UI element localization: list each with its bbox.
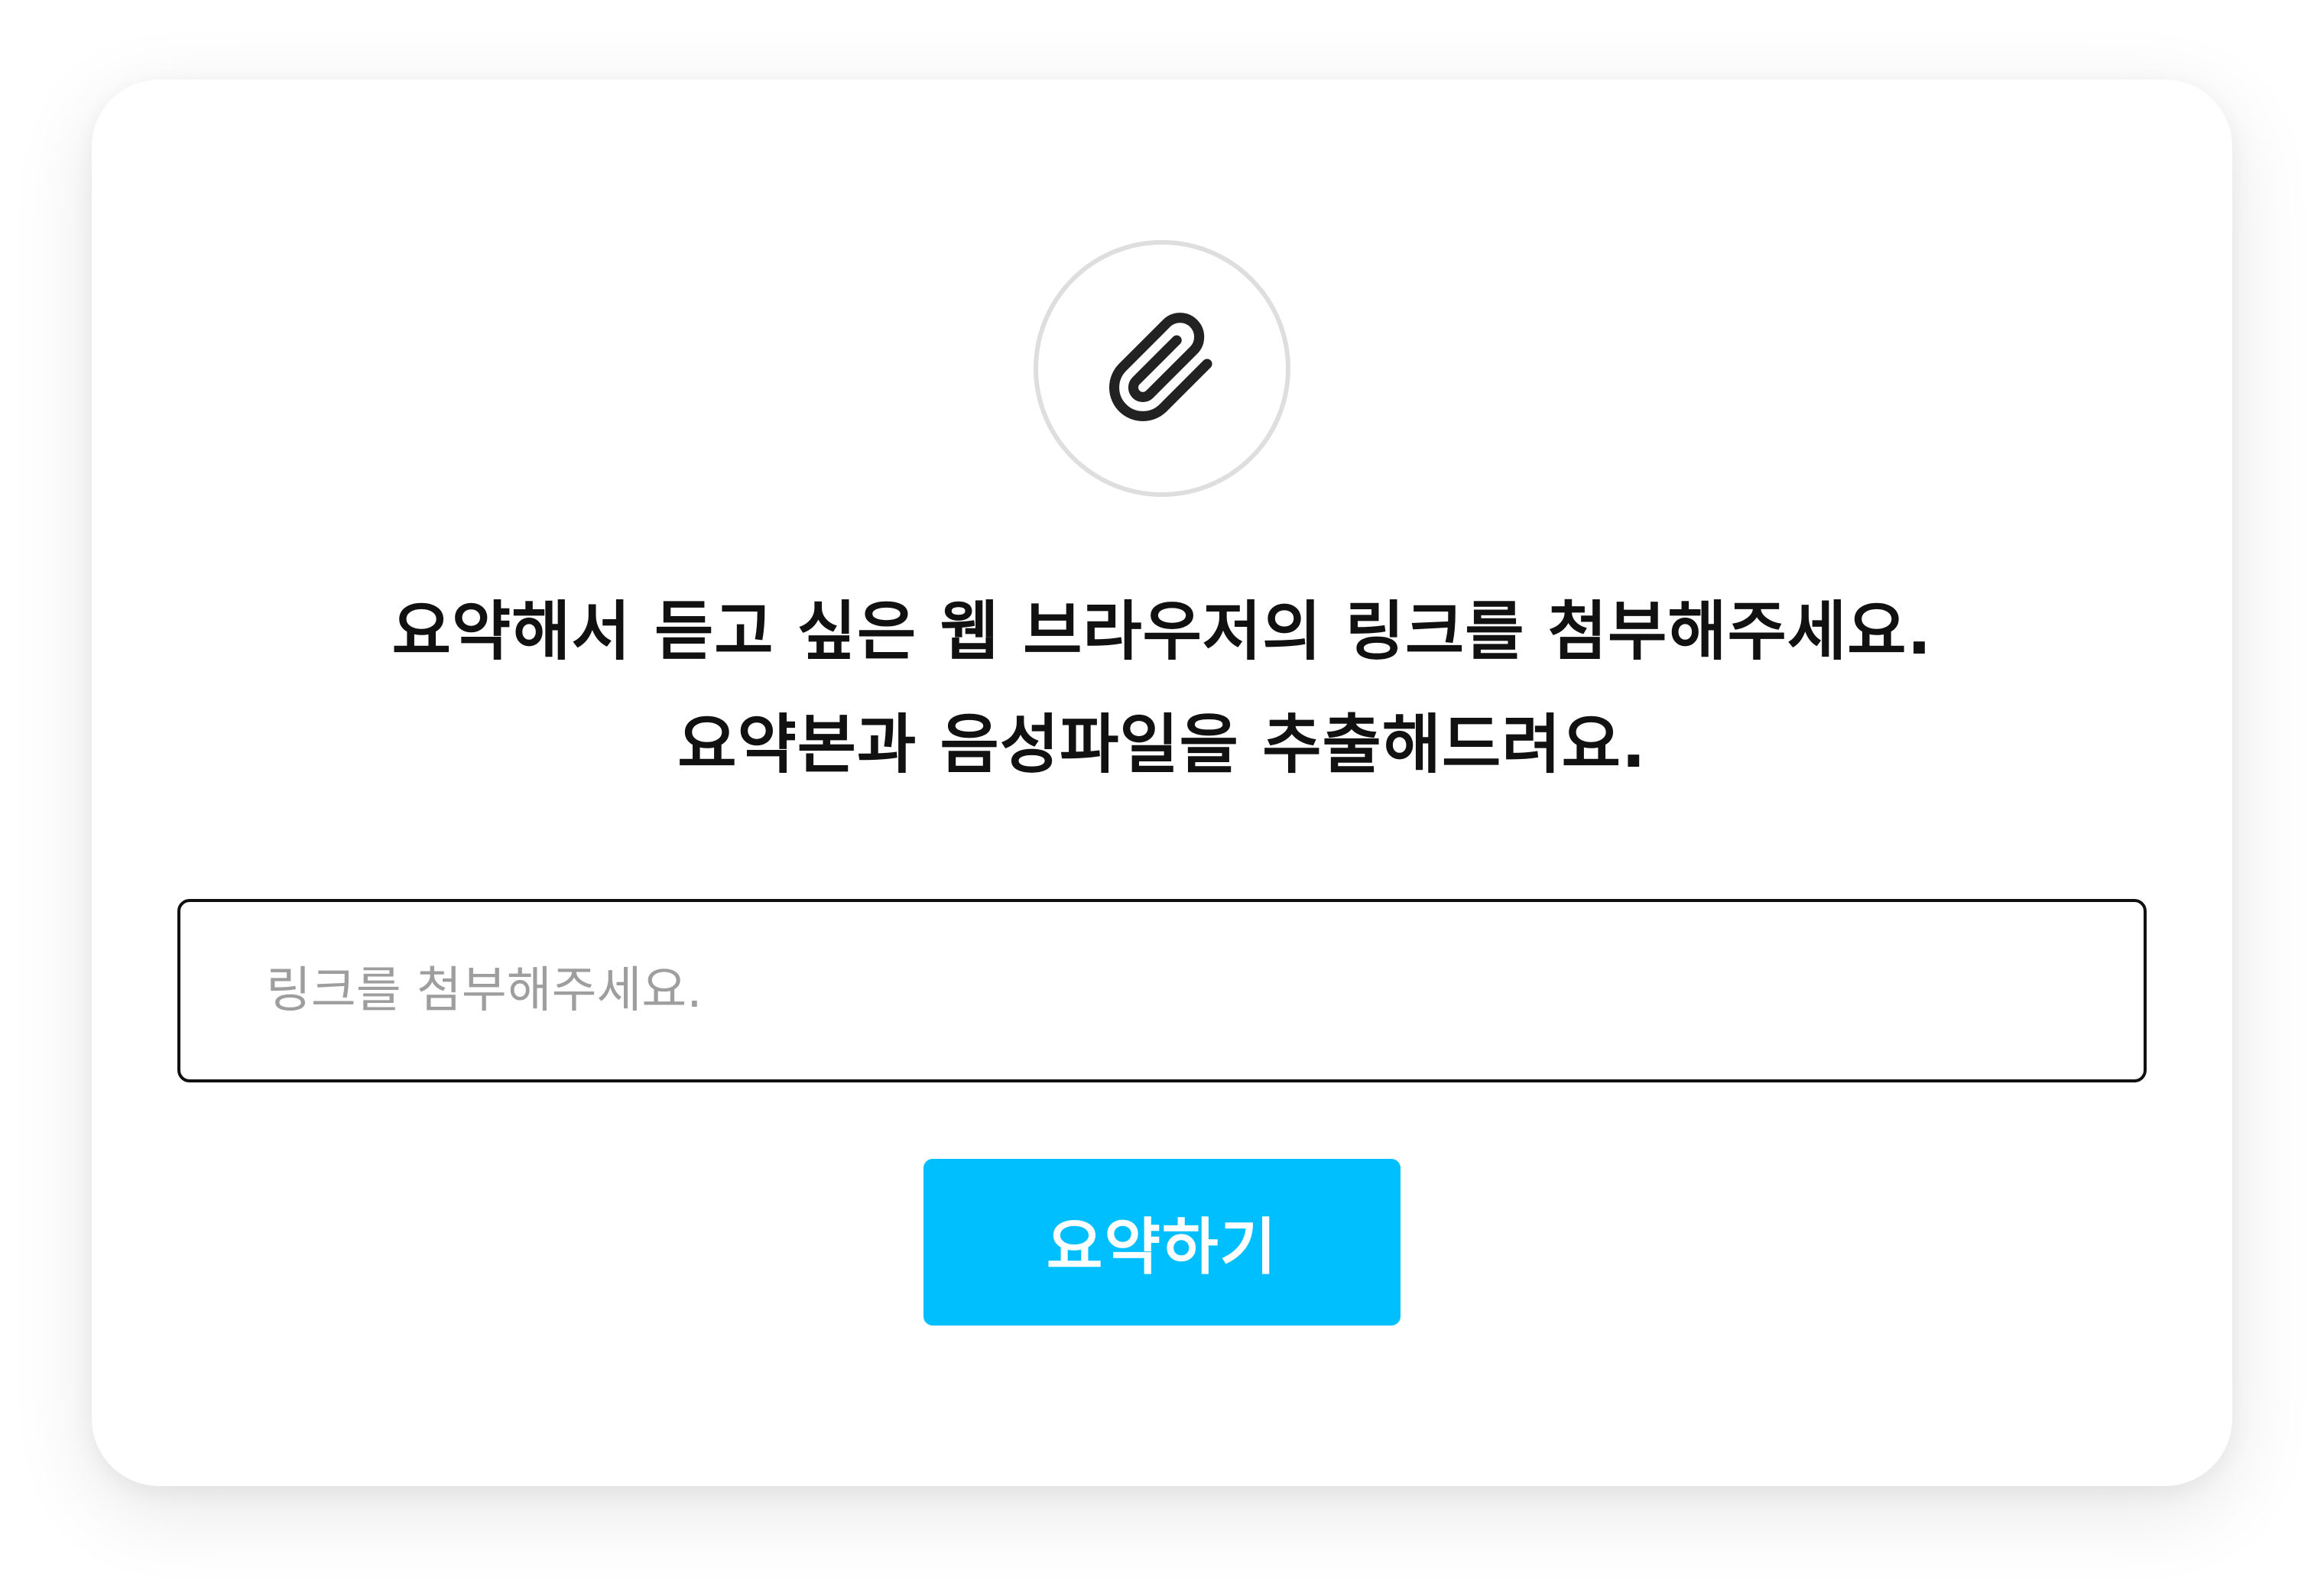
instruction-text: 요약해서 듣고 싶은 웹 브라우저의 링크를 첨부해주세요. 요약본과 음성파일… bbox=[92, 575, 2232, 801]
link-input[interactable] bbox=[177, 899, 2147, 1082]
instruction-line-1: 요약해서 듣고 싶은 웹 브라우저의 링크를 첨부해주세요. bbox=[391, 594, 1933, 669]
summarize-button[interactable]: 요약하기 bbox=[923, 1159, 1401, 1326]
attachment-icon-badge bbox=[1034, 240, 1290, 497]
paperclip-icon bbox=[1108, 313, 1212, 422]
link-summary-card: 요약해서 듣고 싶은 웹 브라우저의 링크를 첨부해주세요. 요약본과 음성파일… bbox=[92, 80, 2232, 1486]
instruction-line-2: 요약본과 음성파일을 추출해드려요. bbox=[677, 707, 1647, 782]
